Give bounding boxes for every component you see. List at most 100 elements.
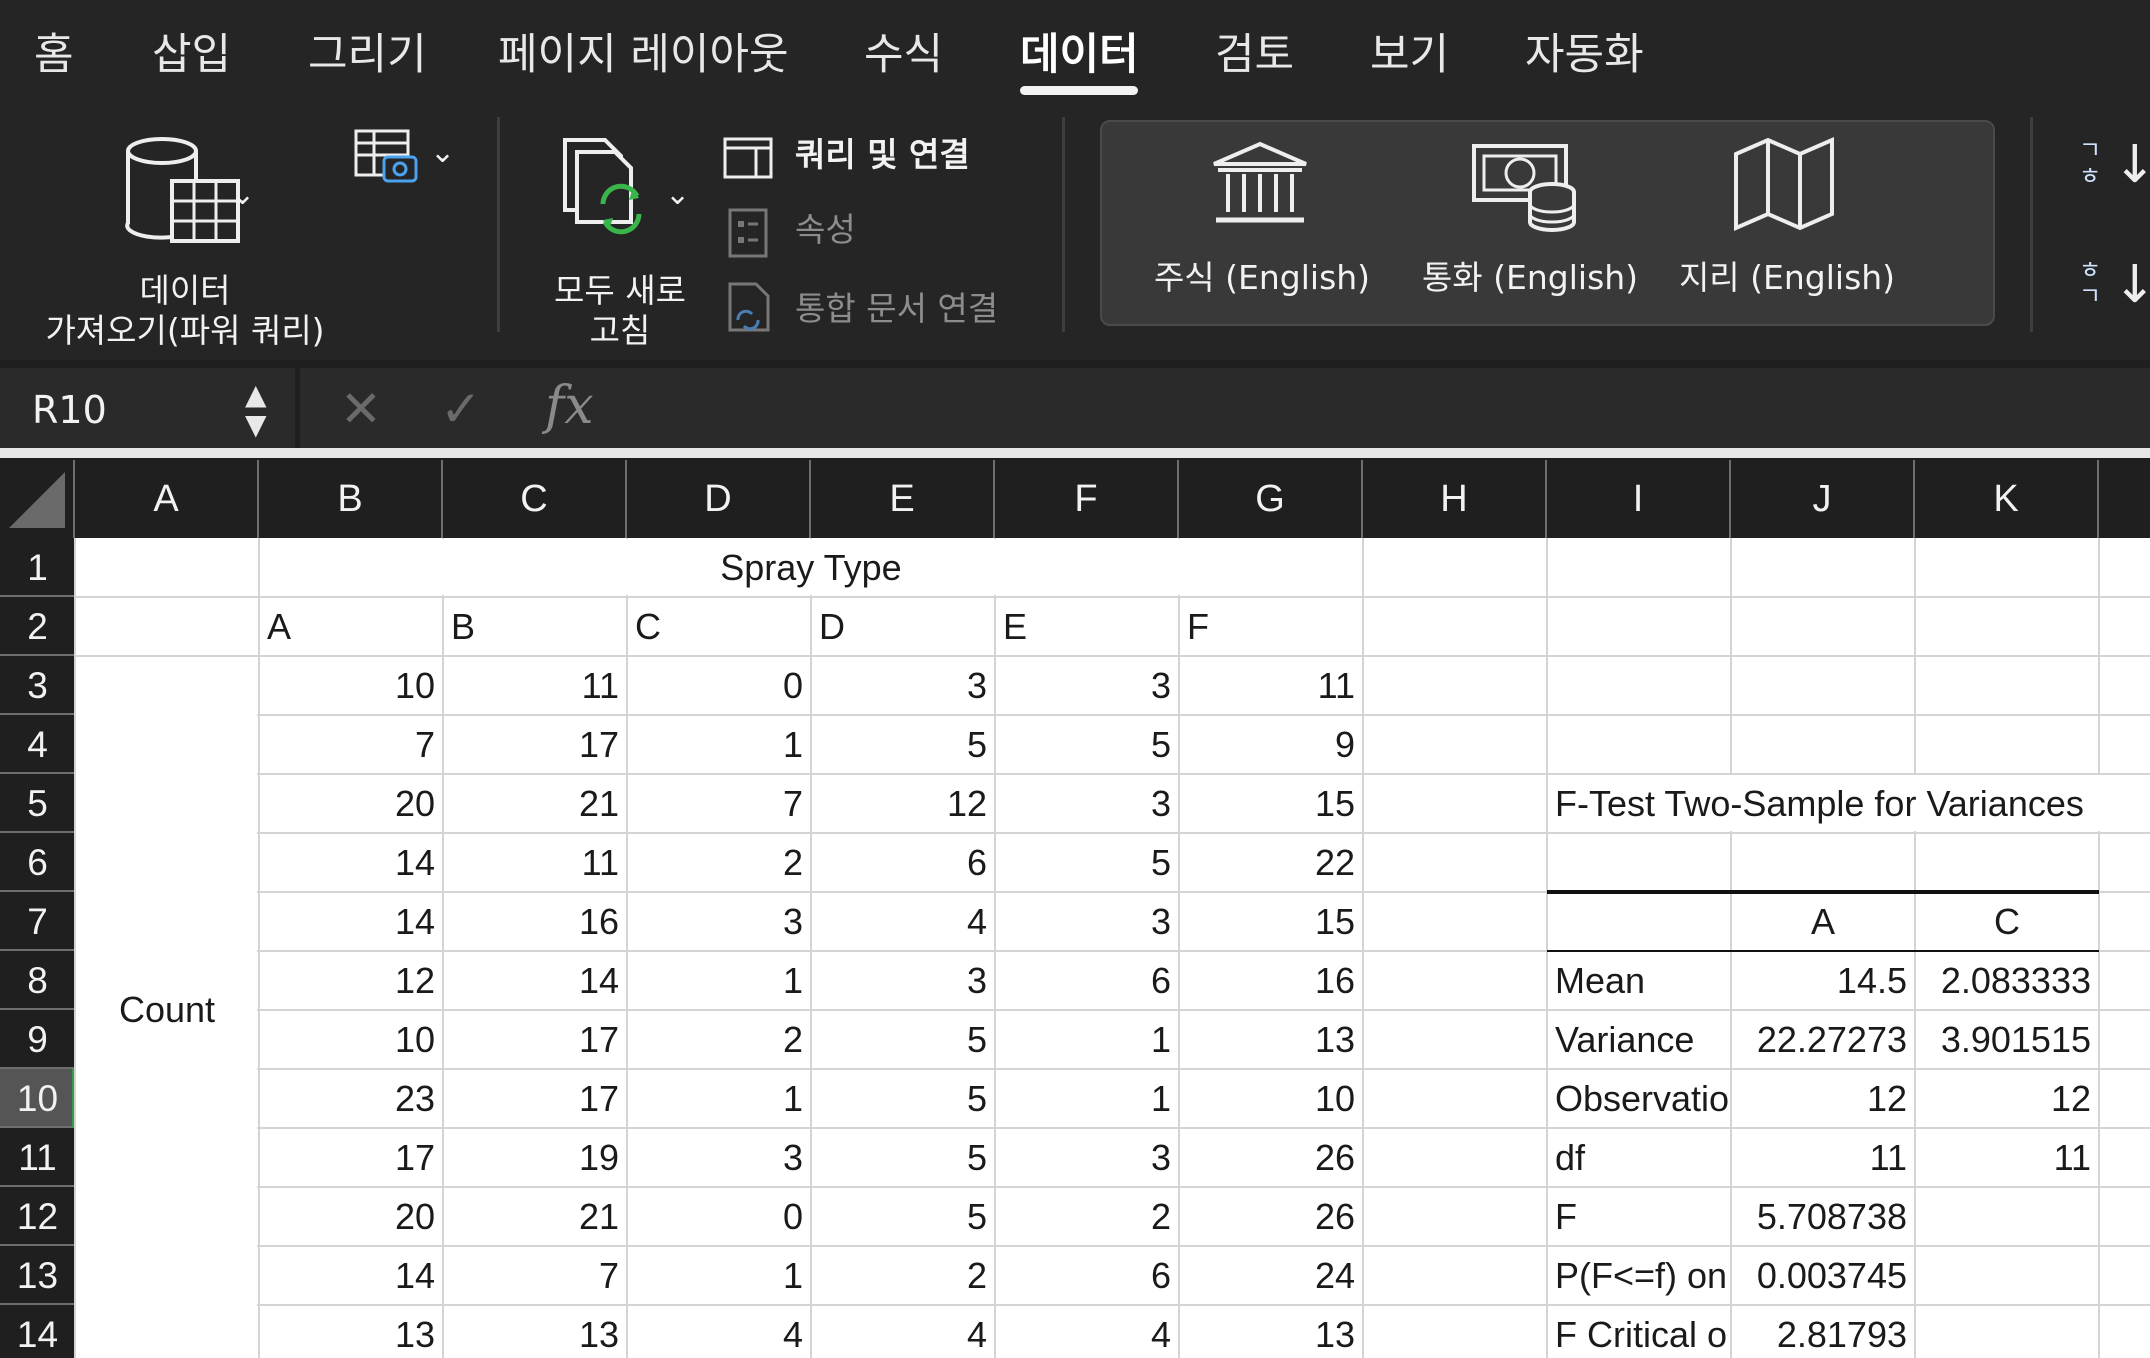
tab-draw[interactable]: 그리기 bbox=[308, 20, 427, 82]
formula-input[interactable] bbox=[625, 368, 2150, 448]
data-cell[interactable]: 5 bbox=[811, 1187, 995, 1246]
ftest-value-a[interactable]: 0.003745 bbox=[1731, 1246, 1915, 1305]
data-cell[interactable]: 4 bbox=[627, 1305, 811, 1358]
refresh-all-button[interactable]: ⌄ 모두 새로 고침 bbox=[540, 125, 700, 350]
data-cell[interactable]: 5 bbox=[811, 1128, 995, 1187]
ftest-value-c[interactable] bbox=[1915, 1187, 2099, 1246]
row-header-6[interactable]: 6 bbox=[0, 833, 75, 892]
queries-connections-button[interactable]: 쿼리 및 연결 bbox=[720, 130, 1020, 185]
data-cell[interactable]: 5 bbox=[811, 715, 995, 774]
ftest-header-a[interactable]: A bbox=[1731, 892, 1915, 951]
column-header-i[interactable]: I bbox=[1547, 460, 1731, 538]
data-cell[interactable]: 21 bbox=[443, 774, 627, 833]
tab-data[interactable]: 데이터 bbox=[1020, 20, 1139, 82]
data-cell[interactable]: 12 bbox=[259, 951, 443, 1010]
sort-descending-button[interactable]: ㅎ ㄱ ↓ bbox=[2075, 255, 2150, 325]
data-cell[interactable]: 3 bbox=[811, 656, 995, 715]
column-header-c[interactable]: C bbox=[443, 460, 627, 538]
row-header-14[interactable]: 14 bbox=[0, 1305, 75, 1358]
data-cell[interactable]: 26 bbox=[1179, 1187, 1363, 1246]
ftest-value-a[interactable]: 12 bbox=[1731, 1069, 1915, 1128]
data-cell[interactable]: 1 bbox=[627, 1246, 811, 1305]
data-cell[interactable]: 7 bbox=[443, 1246, 627, 1305]
data-cell[interactable]: 14 bbox=[259, 1246, 443, 1305]
count-label[interactable]: Count bbox=[75, 656, 259, 1358]
data-cell[interactable]: 7 bbox=[627, 774, 811, 833]
spray-header-cell[interactable]: D bbox=[811, 597, 995, 656]
properties-button[interactable]: 속성 bbox=[720, 205, 1020, 260]
column-header-d[interactable]: D bbox=[627, 460, 811, 538]
ftest-value-c[interactable]: 3.901515 bbox=[1915, 1010, 2099, 1069]
data-cell[interactable]: 14 bbox=[443, 951, 627, 1010]
data-cell[interactable]: 1 bbox=[627, 951, 811, 1010]
ftest-value-a[interactable]: 22.27273 bbox=[1731, 1010, 1915, 1069]
data-cell[interactable]: 3 bbox=[627, 892, 811, 951]
enter-icon[interactable]: ✓ bbox=[440, 380, 482, 438]
data-cell[interactable]: 11 bbox=[1179, 656, 1363, 715]
column-header-b[interactable]: B bbox=[259, 460, 443, 538]
row-header-3[interactable]: 3 bbox=[0, 656, 75, 715]
data-cell[interactable]: 14 bbox=[259, 833, 443, 892]
data-cell[interactable]: 2 bbox=[811, 1246, 995, 1305]
data-cell[interactable]: 21 bbox=[443, 1187, 627, 1246]
data-cell[interactable]: 3 bbox=[995, 656, 1179, 715]
cancel-icon[interactable]: ✕ bbox=[340, 380, 382, 438]
tab-home[interactable]: 홈 bbox=[34, 20, 74, 82]
data-cell[interactable]: 7 bbox=[259, 715, 443, 774]
data-cell[interactable]: 1 bbox=[995, 1069, 1179, 1128]
data-cell[interactable]: 2 bbox=[627, 1010, 811, 1069]
ftest-label-cell[interactable]: F Critical o bbox=[1547, 1305, 1731, 1358]
data-cell[interactable]: 13 bbox=[1179, 1305, 1363, 1358]
column-header-j[interactable]: J bbox=[1731, 460, 1915, 538]
data-cell[interactable]: 20 bbox=[259, 1187, 443, 1246]
ftest-value-a[interactable]: 11 bbox=[1731, 1128, 1915, 1187]
data-cell[interactable]: 3 bbox=[995, 1128, 1179, 1187]
data-cell[interactable]: 23 bbox=[259, 1069, 443, 1128]
data-cell[interactable]: 5 bbox=[811, 1010, 995, 1069]
data-cell[interactable]: 17 bbox=[443, 715, 627, 774]
get-data-button[interactable]: ⌄ 데이터 가져오기(파워 쿼리) bbox=[20, 125, 340, 350]
data-cell[interactable]: 24 bbox=[1179, 1246, 1363, 1305]
ftest-title[interactable]: F-Test Two-Sample for Variances bbox=[1547, 774, 2150, 833]
tab-view[interactable]: 보기 bbox=[1370, 20, 1449, 82]
data-cell[interactable]: 0 bbox=[627, 656, 811, 715]
row-header-11[interactable]: 11 bbox=[0, 1128, 75, 1187]
spray-header-cell[interactable]: F bbox=[1179, 597, 1363, 656]
tab-formulas[interactable]: 수식 bbox=[864, 20, 943, 82]
row-header-12[interactable]: 12 bbox=[0, 1187, 75, 1246]
data-cell[interactable]: 11 bbox=[443, 656, 627, 715]
ftest-label-cell[interactable]: F bbox=[1547, 1187, 1731, 1246]
data-cell[interactable]: 1 bbox=[627, 715, 811, 774]
data-cell[interactable]: 3 bbox=[811, 951, 995, 1010]
row-header-7[interactable]: 7 bbox=[0, 892, 75, 951]
spray-type-title[interactable]: Spray Type bbox=[259, 538, 1363, 597]
ftest-value-c[interactable]: 11 bbox=[1915, 1128, 2099, 1187]
data-cell[interactable]: 5 bbox=[811, 1069, 995, 1128]
data-cell[interactable]: 15 bbox=[1179, 892, 1363, 951]
spray-header-cell[interactable]: A bbox=[259, 597, 443, 656]
workbook-links-button[interactable]: 통합 문서 연결 bbox=[720, 280, 1050, 340]
data-cell[interactable]: 13 bbox=[259, 1305, 443, 1358]
data-cell[interactable]: 6 bbox=[811, 833, 995, 892]
data-cell[interactable]: 1 bbox=[995, 1010, 1179, 1069]
select-all-corner[interactable] bbox=[0, 460, 75, 538]
ftest-value-a[interactable]: 14.5 bbox=[1731, 951, 1915, 1010]
ftest-header-c[interactable]: C bbox=[1915, 892, 2099, 951]
data-cell[interactable]: 3 bbox=[995, 892, 1179, 951]
row-header-10[interactable]: 10 bbox=[0, 1069, 75, 1128]
tab-review[interactable]: 검토 bbox=[1215, 20, 1294, 82]
data-cell[interactable]: 17 bbox=[443, 1010, 627, 1069]
data-cell[interactable]: 9 bbox=[1179, 715, 1363, 774]
data-cell[interactable]: 1 bbox=[627, 1069, 811, 1128]
spreadsheet-grid[interactable]: A B C D E F G H I J K 1 2 3 4 5 6 7 8 9 10 11 12 13 1… bbox=[0, 460, 2150, 1358]
data-cell[interactable]: 20 bbox=[259, 774, 443, 833]
data-cell[interactable]: 2 bbox=[995, 1187, 1179, 1246]
column-header-a[interactable]: A bbox=[75, 460, 259, 538]
column-header-f[interactable]: F bbox=[995, 460, 1179, 538]
ftest-value-c[interactable] bbox=[1915, 1246, 2099, 1305]
data-cell[interactable]: 14 bbox=[259, 892, 443, 951]
data-cell[interactable]: 4 bbox=[811, 1305, 995, 1358]
data-cell[interactable]: 11 bbox=[443, 833, 627, 892]
ftest-label-cell[interactable]: Observatio bbox=[1547, 1069, 1731, 1128]
spray-header-cell[interactable]: E bbox=[995, 597, 1179, 656]
